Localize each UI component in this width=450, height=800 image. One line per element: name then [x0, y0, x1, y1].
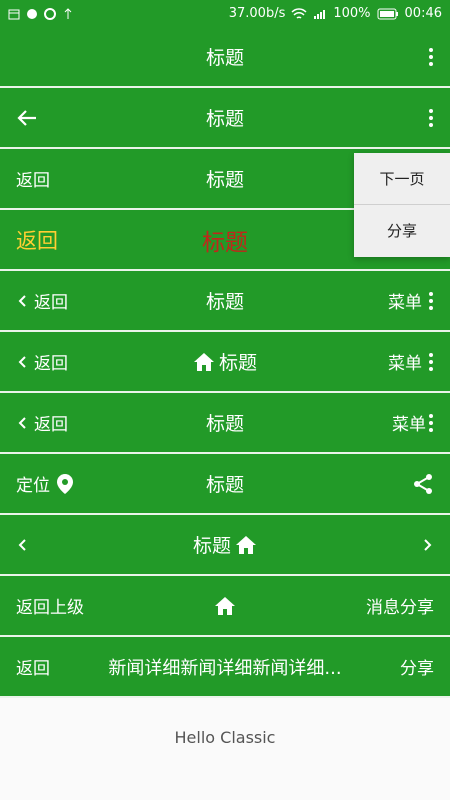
- title: 标题: [205, 108, 245, 130]
- back-text[interactable]: 返回: [16, 166, 50, 191]
- chevron-right-icon[interactable]: [422, 538, 434, 552]
- signal-icon: [314, 9, 326, 19]
- more-vert-icon[interactable]: [428, 413, 434, 432]
- message-share-text[interactable]: 消息分享: [366, 593, 434, 618]
- chevron-left-icon[interactable]: [16, 294, 28, 308]
- status-bar: 37.00b/s 100% 00:46: [0, 0, 450, 27]
- title: 标题: [205, 47, 245, 69]
- more-vert-icon[interactable]: [428, 352, 434, 371]
- title: 标题: [218, 352, 258, 374]
- network-speed: 37.00b/s: [228, 6, 286, 21]
- location-text[interactable]: 定位: [16, 471, 50, 496]
- titlebar-6: 返回 标题 菜单: [0, 332, 450, 393]
- back-text[interactable]: 返回: [16, 225, 58, 255]
- back-text[interactable]: 返回: [34, 349, 68, 374]
- home-icon: [193, 352, 214, 371]
- menu-text[interactable]: 菜单: [392, 410, 426, 435]
- more-vert-icon[interactable]: [428, 47, 434, 66]
- titlebar-1: 标题: [0, 27, 450, 88]
- location-pin-icon[interactable]: [56, 473, 74, 495]
- battery-percent: 100%: [333, 6, 371, 21]
- usb-icon: [64, 7, 72, 19]
- title: 标题: [202, 229, 248, 256]
- share-icon[interactable]: [412, 473, 434, 495]
- title: 标题: [205, 169, 245, 191]
- title: 标题: [205, 413, 245, 435]
- menu-text[interactable]: 菜单: [388, 288, 422, 313]
- title: 新闻详细新闻详细新闻详细...: [108, 657, 342, 679]
- titlebar-11: 返回 新闻详细新闻详细新闻详细... 分享: [0, 637, 450, 698]
- hello-text: Hello Classic: [174, 727, 276, 747]
- back-text[interactable]: 返回: [34, 288, 68, 313]
- titlebar-5: 返回 标题 菜单: [0, 271, 450, 332]
- status-left-icons: [8, 7, 74, 20]
- back-text[interactable]: 返回: [34, 410, 68, 435]
- home-icon[interactable]: [214, 596, 236, 616]
- back-text[interactable]: 返回: [16, 654, 50, 679]
- chevron-left-icon[interactable]: [16, 538, 28, 552]
- titlebar-8: 定位 标题: [0, 454, 450, 515]
- title: 标题: [205, 474, 245, 496]
- titlebar-9: 标题: [0, 515, 450, 576]
- chevron-left-icon[interactable]: [16, 355, 28, 369]
- battery-icon: [377, 8, 398, 19]
- menu-item-share[interactable]: 分享: [354, 205, 450, 256]
- notification-icon: [27, 8, 37, 19]
- sync-icon: [44, 7, 56, 20]
- back-parent-text[interactable]: 返回上级: [16, 593, 84, 618]
- titlebar-10: 返回上级 消息分享: [0, 576, 450, 637]
- more-vert-icon[interactable]: [428, 291, 434, 310]
- share-text[interactable]: 分享: [400, 654, 434, 679]
- titlebar-7: 返回 标题 菜单: [0, 393, 450, 454]
- calendar-icon: [8, 9, 20, 19]
- menu-item-next-page[interactable]: 下一页: [354, 153, 450, 204]
- arrow-left-icon[interactable]: [16, 107, 38, 129]
- wifi-icon: [291, 7, 307, 19]
- menu-text[interactable]: 菜单: [388, 349, 422, 374]
- status-right: 37.00b/s 100% 00:46: [229, 6, 442, 21]
- clock: 00:46: [404, 6, 442, 21]
- home-icon: [236, 535, 257, 554]
- title: 标题: [205, 291, 245, 313]
- popup-menu: 下一页 分享: [354, 153, 450, 257]
- content-area: Hello Classic: [0, 698, 450, 776]
- title: 标题: [192, 535, 232, 557]
- more-vert-icon[interactable]: [428, 108, 434, 127]
- titlebar-2: 标题: [0, 88, 450, 149]
- chevron-left-icon[interactable]: [16, 416, 28, 430]
